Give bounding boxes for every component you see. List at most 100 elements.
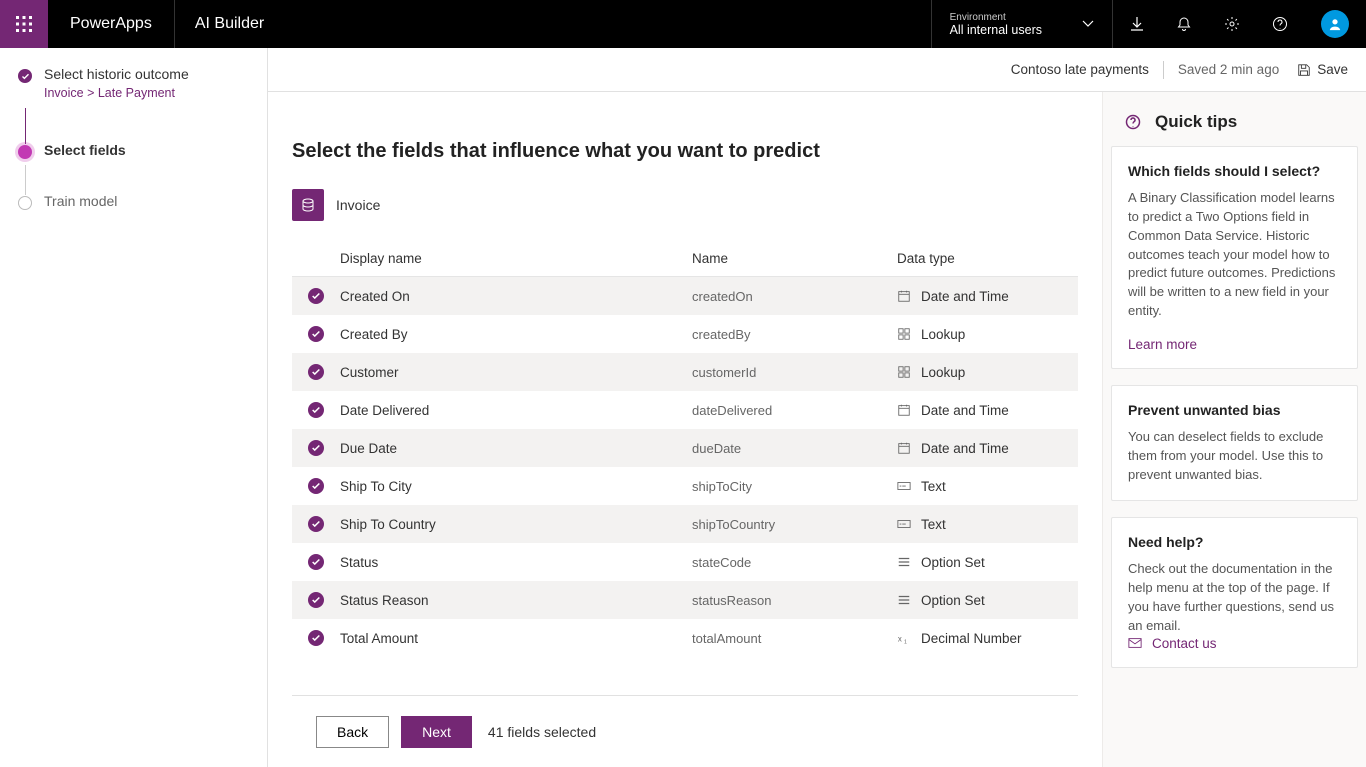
tip-body: Check out the documentation in the help … (1128, 560, 1341, 635)
field-name: createdBy (692, 327, 897, 342)
table-row[interactable]: Status ReasonstatusReasonOption Set (292, 581, 1078, 619)
row-checkbox[interactable] (308, 630, 324, 646)
entity-icon (292, 189, 324, 221)
waffle-icon (16, 16, 32, 32)
app-launcher-button[interactable] (0, 0, 48, 48)
field-data-type: Date and Time (897, 403, 1009, 418)
step-train-model[interactable]: Train model (18, 193, 249, 210)
section-title: AI Builder (175, 15, 284, 33)
user-icon (1328, 17, 1342, 31)
bell-icon (1176, 16, 1192, 32)
environment-picker[interactable]: Environment All internal users (932, 12, 1112, 37)
row-checkbox[interactable] (308, 516, 324, 532)
table-row[interactable]: Date DelivereddateDeliveredDate and Time (292, 391, 1078, 429)
field-data-type: Option Set (897, 555, 985, 570)
table-row[interactable]: CustomercustomerIdLookup (292, 353, 1078, 391)
saved-status: Saved 2 min ago (1178, 62, 1279, 77)
step-label: Select historic outcome (44, 66, 189, 82)
field-data-type: Lookup (897, 365, 965, 380)
row-checkbox[interactable] (308, 478, 324, 494)
selection-count: 41 fields selected (488, 724, 596, 740)
help-button[interactable] (1256, 0, 1304, 48)
field-name: createdOn (692, 289, 897, 304)
brand-label: PowerApps (48, 15, 174, 33)
question-icon (1125, 114, 1141, 130)
learn-more-link[interactable]: Learn more (1128, 337, 1341, 352)
field-data-type: Text (897, 517, 946, 532)
next-button[interactable]: Next (401, 716, 472, 748)
table-row[interactable]: Ship To CityshipToCityText (292, 467, 1078, 505)
col-data-type: Data type (897, 251, 1030, 266)
tip-title: Prevent unwanted bias (1128, 402, 1341, 418)
mail-icon (1128, 636, 1142, 650)
main-panel: Select the fields that influence what yo… (268, 92, 1102, 767)
svg-text:1: 1 (904, 639, 907, 645)
top-bar: PowerApps AI Builder Environment All int… (0, 0, 1366, 48)
save-icon (1297, 63, 1311, 77)
field-data-type: Date and Time (897, 441, 1009, 456)
row-checkbox[interactable] (308, 592, 324, 608)
table-row[interactable]: Created OncreatedOnDate and Time (292, 277, 1078, 315)
svg-text:x: x (898, 635, 902, 644)
table-row[interactable]: Due DatedueDateDate and Time (292, 429, 1078, 467)
env-value: All internal users (950, 23, 1042, 37)
step-label: Train model (44, 193, 117, 209)
row-checkbox[interactable] (308, 554, 324, 570)
download-button[interactable] (1112, 0, 1160, 48)
field-data-type: Text (897, 479, 946, 494)
sub-command-bar: Contoso late payments Saved 2 min ago Sa… (268, 48, 1366, 92)
notifications-button[interactable] (1160, 0, 1208, 48)
col-display-name: Display name (340, 251, 692, 266)
settings-button[interactable] (1208, 0, 1256, 48)
contact-us-link[interactable]: Contact us (1128, 636, 1341, 651)
field-name: dateDelivered (692, 403, 897, 418)
row-checkbox[interactable] (308, 288, 324, 304)
step-breadcrumb: Invoice > Late Payment (44, 86, 249, 100)
tips-heading: Quick tips (1155, 112, 1237, 132)
field-display-name: Created On (340, 289, 692, 304)
tips-header: Quick tips (1111, 106, 1358, 146)
tip-title: Need help? (1128, 534, 1341, 550)
row-checkbox[interactable] (308, 402, 324, 418)
field-name: customerId (692, 365, 897, 380)
divider (1163, 61, 1164, 79)
gear-icon (1224, 16, 1240, 32)
user-avatar[interactable] (1321, 10, 1349, 38)
table-row[interactable]: Ship To CountryshipToCountryText (292, 505, 1078, 543)
chevron-down-icon (1082, 18, 1094, 30)
wizard-footer: Back Next 41 fields selected (292, 695, 1078, 767)
quick-tips-panel: Quick tips Which fields should I select?… (1102, 92, 1366, 767)
field-display-name: Created By (340, 327, 692, 342)
tip-body: A Binary Classification model learns to … (1128, 189, 1341, 321)
row-checkbox[interactable] (308, 326, 324, 342)
field-display-name: Total Amount (340, 631, 692, 646)
row-checkbox[interactable] (308, 364, 324, 380)
field-display-name: Status Reason (340, 593, 692, 608)
field-display-name: Due Date (340, 441, 692, 456)
tip-card: Prevent unwanted biasYou can deselect fi… (1111, 385, 1358, 502)
save-button[interactable]: Save (1297, 62, 1348, 77)
table-header: Display name Name Data type (292, 241, 1078, 277)
page-heading: Select the fields that influence what yo… (292, 140, 1078, 163)
back-button[interactable]: Back (316, 716, 389, 748)
step-label: Select fields (44, 142, 126, 158)
field-data-type: Lookup (897, 327, 965, 342)
tip-card: Which fields should I select? A Binary Cl… (1111, 146, 1358, 369)
entity-name: Invoice (336, 197, 380, 213)
step-select-fields[interactable]: Select fields (18, 142, 249, 159)
table-row[interactable]: StatusstateCodeOption Set (292, 543, 1078, 581)
save-label: Save (1317, 62, 1348, 77)
table-row[interactable]: Created BycreatedByLookup (292, 315, 1078, 353)
col-name: Name (692, 251, 897, 266)
step-connector (25, 165, 26, 195)
field-display-name: Date Delivered (340, 403, 692, 418)
step-check-icon (18, 69, 32, 83)
fields-table-body: Created OncreatedOnDate and TimeCreated … (292, 277, 1078, 695)
table-row[interactable]: Total AmounttotalAmountx1Decimal Number (292, 619, 1078, 657)
field-data-type: x1Decimal Number (897, 631, 1022, 646)
step-historic-outcome[interactable]: Select historic outcome (18, 66, 249, 83)
download-icon (1129, 16, 1145, 32)
tip-card: Need help? Check out the documentation in… (1111, 517, 1358, 667)
row-checkbox[interactable] (308, 440, 324, 456)
tip-title: Which fields should I select? (1128, 163, 1341, 179)
